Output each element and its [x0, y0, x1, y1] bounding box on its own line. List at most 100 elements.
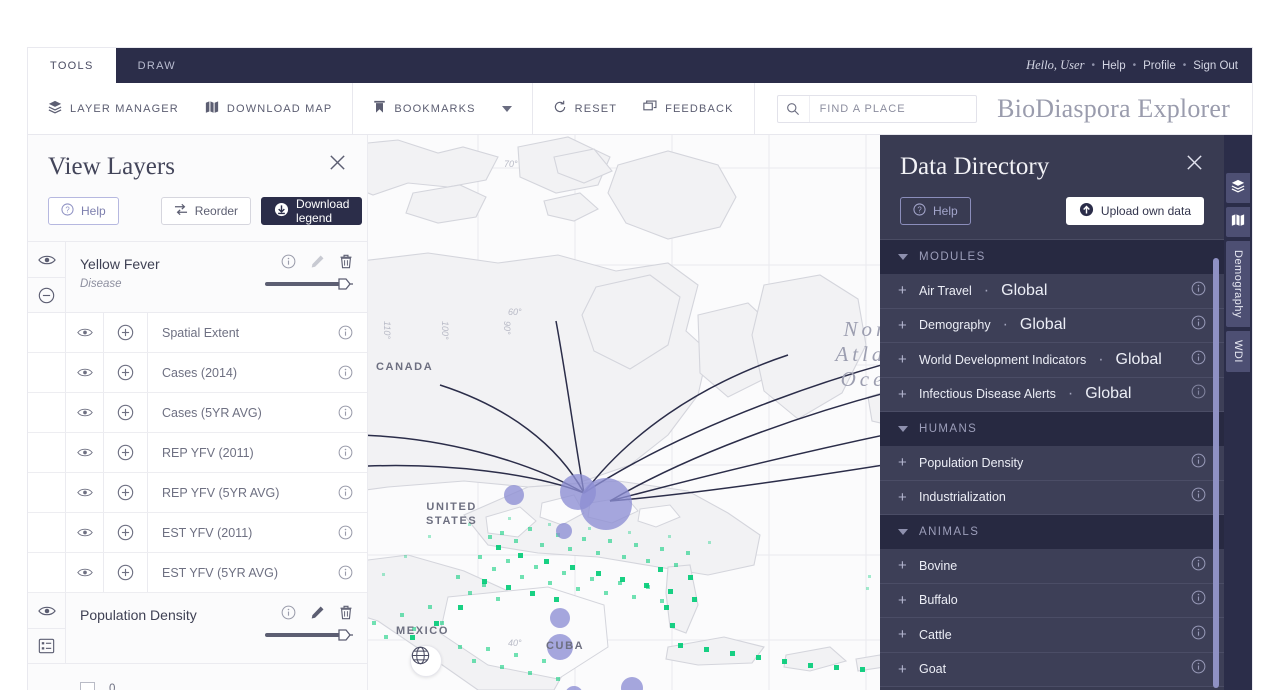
- data-section-animals[interactable]: ANIMALS: [880, 515, 1224, 549]
- info-icon[interactable]: [1191, 487, 1206, 507]
- tab-draw[interactable]: DRAW: [116, 48, 198, 83]
- info-icon[interactable]: [1191, 281, 1206, 301]
- bookmarks-chevron-down-icon[interactable]: [501, 105, 512, 112]
- info-icon[interactable]: [1191, 384, 1206, 404]
- data-item-buffalo[interactable]: + Buffalo: [880, 583, 1224, 618]
- profile-link[interactable]: Profile: [1143, 60, 1176, 72]
- data-item-goat[interactable]: + Goat: [880, 652, 1224, 687]
- sublayer-add-icon[interactable]: [104, 433, 148, 472]
- sublayer-row[interactable]: REP YFV (5YR AVG): [28, 473, 367, 513]
- data-item-infectious-disease-alerts[interactable]: + Infectious Disease Alerts · Global: [880, 377, 1224, 412]
- vtab-layers[interactable]: [1226, 173, 1250, 203]
- layers-list[interactable]: Yellow Fever Disease Spatial Extent Case…: [28, 241, 367, 690]
- info-icon[interactable]: [1191, 590, 1206, 610]
- info-icon[interactable]: [281, 254, 296, 274]
- data-item-cattle[interactable]: + Cattle: [880, 618, 1224, 653]
- sublayer-info-icon[interactable]: [323, 485, 367, 500]
- data-section-modules[interactable]: MODULES: [880, 240, 1224, 274]
- sublayer-visibility-icon[interactable]: [66, 473, 104, 512]
- sublayer-info-icon[interactable]: [323, 405, 367, 420]
- reset-button[interactable]: RESET: [553, 100, 617, 117]
- data-directory-scrollbar[interactable]: [1213, 258, 1219, 688]
- data-item-label: Goat: [919, 662, 947, 677]
- sublayer-visibility-icon[interactable]: [66, 513, 104, 552]
- sublayer-visibility-icon[interactable]: [66, 433, 104, 472]
- layers-icon: [48, 100, 62, 117]
- edit-pencil-icon[interactable]: [310, 605, 325, 625]
- delete-trash-icon[interactable]: [339, 605, 353, 625]
- delete-trash-icon[interactable]: [339, 254, 353, 274]
- globe-projection-button[interactable]: [410, 645, 442, 677]
- data-section-humans[interactable]: HUMANS: [880, 412, 1224, 446]
- help-link[interactable]: Help: [1102, 60, 1126, 72]
- sublayer-row[interactable]: EST YFV (2011): [28, 513, 367, 553]
- data-item-population-density[interactable]: + Population Density: [880, 446, 1224, 481]
- layer-visibility-toggle[interactable]: [28, 242, 65, 277]
- sublayer-info-icon[interactable]: [323, 365, 367, 380]
- edit-pencil-icon[interactable]: [310, 254, 325, 274]
- sublayer-visibility-icon[interactable]: [66, 313, 104, 352]
- data-section-label: ANIMALS: [919, 526, 980, 538]
- sublayer-add-icon[interactable]: [104, 353, 148, 392]
- reorder-button[interactable]: Reorder: [160, 197, 252, 225]
- layer-collapse-toggle[interactable]: [28, 277, 65, 312]
- close-icon[interactable]: [328, 153, 347, 177]
- sublayer-info-icon[interactable]: [323, 325, 367, 340]
- info-icon[interactable]: [281, 605, 296, 625]
- slider-knob[interactable]: [337, 627, 353, 643]
- data-item-air-travel[interactable]: + Air Travel · Global: [880, 274, 1224, 309]
- feedback-button[interactable]: FEEDBACK: [643, 100, 734, 117]
- sublayer-row[interactable]: Spatial Extent: [28, 313, 367, 353]
- download-map-button[interactable]: DOWNLOAD MAP: [205, 100, 332, 117]
- sublayer-row[interactable]: Cases (2014): [28, 353, 367, 393]
- sublayer-visibility-icon[interactable]: [66, 393, 104, 432]
- vtab-map[interactable]: [1226, 207, 1250, 237]
- top-navigation-bar: TOOLS DRAW Hello, User • Help • Profile …: [28, 48, 1252, 83]
- layer-manager-button[interactable]: LAYER MANAGER: [48, 100, 179, 117]
- data-item-demography[interactable]: + Demography · Global: [880, 308, 1224, 343]
- sublayer-add-icon[interactable]: [104, 473, 148, 512]
- layer-visibility-toggle[interactable]: [28, 593, 65, 628]
- find-a-place-search[interactable]: [776, 94, 977, 123]
- download-legend-button[interactable]: Download legend: [261, 197, 363, 225]
- data-item-bovine[interactable]: + Bovine: [880, 549, 1224, 584]
- sublayer-add-icon[interactable]: [104, 313, 148, 352]
- layers-help-button[interactable]: ? Help: [48, 197, 119, 225]
- sublayer-info-icon[interactable]: [323, 565, 367, 580]
- info-icon[interactable]: [1191, 453, 1206, 473]
- data-item-world-development-indicators[interactable]: + World Development Indicators · Global: [880, 343, 1224, 378]
- vtab-wdi[interactable]: WDI: [1226, 330, 1250, 372]
- sublayer-add-icon[interactable]: [104, 553, 148, 592]
- sublayer-info-icon[interactable]: [323, 445, 367, 460]
- chevron-down-icon: [898, 529, 908, 535]
- sublayer-add-icon[interactable]: [104, 513, 148, 552]
- layer-opacity-slider[interactable]: [265, 627, 353, 643]
- data-item-region: Global: [1019, 316, 1067, 334]
- sublayer-visibility-icon[interactable]: [66, 553, 104, 592]
- close-icon[interactable]: [1185, 153, 1204, 177]
- sublayer-add-icon[interactable]: [104, 393, 148, 432]
- right-vertical-tab-rail: Demography WDI: [1224, 135, 1252, 690]
- sublayer-row[interactable]: REP YFV (2011): [28, 433, 367, 473]
- sublayer-row[interactable]: Cases (5YR AVG): [28, 393, 367, 433]
- vtab-demography[interactable]: Demography: [1226, 241, 1250, 327]
- layer-legend-toggle[interactable]: [28, 628, 65, 663]
- slider-knob[interactable]: [337, 276, 353, 292]
- data-directory-help-button[interactable]: ? Help: [900, 197, 971, 225]
- info-icon[interactable]: [1191, 350, 1206, 370]
- info-icon[interactable]: [1191, 625, 1206, 645]
- info-icon[interactable]: [1191, 659, 1206, 679]
- sublayer-info-icon[interactable]: [323, 525, 367, 540]
- sign-out-link[interactable]: Sign Out: [1193, 60, 1238, 72]
- sublayer-row[interactable]: EST YFV (5YR AVG): [28, 553, 367, 593]
- layer-opacity-slider[interactable]: [265, 276, 353, 292]
- search-input[interactable]: [809, 95, 976, 122]
- tab-tools[interactable]: TOOLS: [28, 48, 116, 83]
- data-directory-list[interactable]: MODULES + Air Travel · Global + Demograp…: [880, 239, 1224, 690]
- info-icon[interactable]: [1191, 556, 1206, 576]
- sublayer-visibility-icon[interactable]: [66, 353, 104, 392]
- data-item-industrialization[interactable]: + Industrialization: [880, 480, 1224, 515]
- bookmarks-button[interactable]: BOOKMARKS: [373, 100, 475, 117]
- upload-own-data-button[interactable]: Upload own data: [1065, 197, 1204, 225]
- info-icon[interactable]: [1191, 315, 1206, 335]
